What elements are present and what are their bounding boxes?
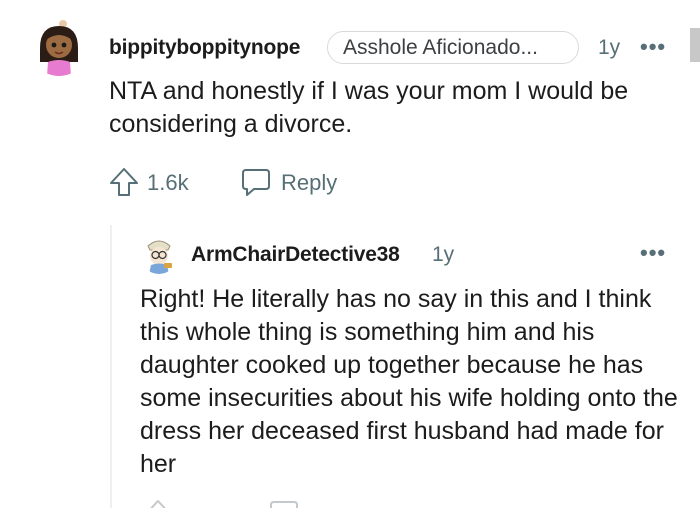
user-flair-badge: Asshole Aficionado...	[327, 31, 579, 64]
avatar[interactable]	[30, 18, 88, 76]
avatar[interactable]	[140, 236, 178, 274]
reply-bubble-icon[interactable]	[268, 498, 300, 508]
upvote-count: 1.6k	[147, 170, 189, 195]
thread-line	[110, 225, 112, 508]
comment-age: 1y	[598, 36, 621, 59]
upvote-arrow-icon[interactable]	[142, 498, 174, 508]
comment-age: 1y	[432, 243, 455, 266]
comment-username[interactable]: ArmChairDetective38	[191, 243, 400, 267]
comment-username[interactable]: bippityboppitynope	[109, 36, 300, 60]
reply-button[interactable]: Reply	[281, 170, 337, 196]
upvote-arrow-icon[interactable]	[108, 166, 140, 198]
reply-bubble-icon[interactable]	[240, 166, 272, 198]
comment-body: NTA and honestly if I was your mom I wou…	[109, 77, 629, 138]
scrollbar[interactable]	[690, 28, 700, 62]
more-options-icon[interactable]: •••	[640, 34, 666, 60]
more-options-icon[interactable]: •••	[640, 240, 666, 266]
comment-body: Right! He literally has no say in this a…	[140, 285, 678, 478]
